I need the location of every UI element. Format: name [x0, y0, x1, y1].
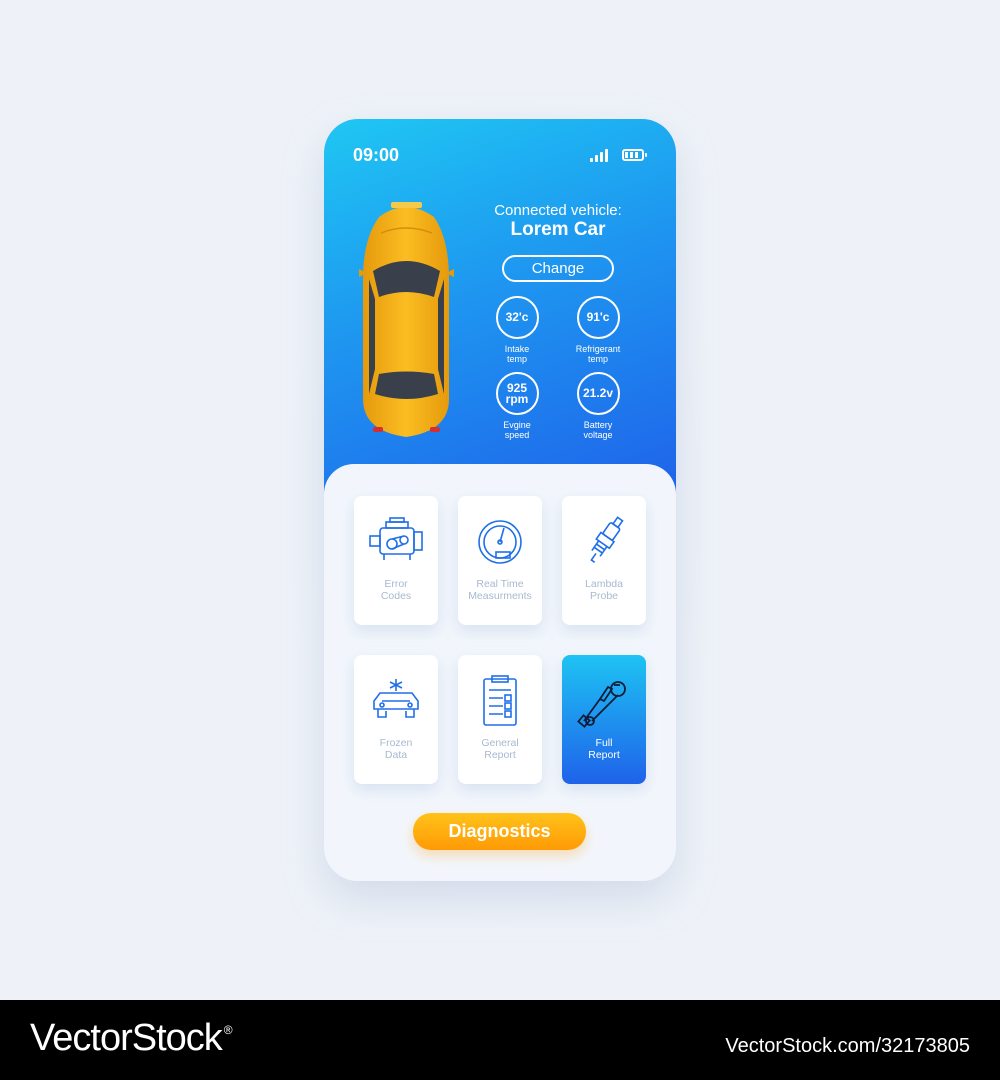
status-time: 09:00	[353, 145, 400, 165]
phone-screen: 09:00 Connected vehicle: Lorem Car Chang…	[324, 119, 676, 881]
battery-icon	[622, 149, 647, 161]
vehicle-header: 09:00 Connected vehicle: Lorem Car Chang…	[324, 119, 676, 499]
engine-icon	[369, 517, 423, 560]
tile-lambda-probe[interactable]: Lambda Probe	[562, 496, 646, 625]
refrigerant-temp-metric: 91'c Refrigerant temp	[558, 296, 638, 364]
diagnostics-button[interactable]: Diagnostics	[413, 813, 586, 850]
tile-label: Lambda Probe	[585, 578, 623, 602]
metric-value: 21.2v	[576, 372, 620, 415]
metric-value: 91'c	[576, 296, 620, 339]
battery-voltage-metric: 21.2v Battery voltage	[558, 372, 638, 440]
tile-label: Full Report	[588, 737, 620, 761]
watermark-url: VectorStock.com/32173805	[725, 1035, 970, 1057]
clipboard-icon	[483, 675, 517, 726]
tile-label: Frozen Data	[379, 737, 413, 761]
tile-real-time-measurements[interactable]: Real Time Measurments	[458, 496, 542, 625]
metric-label: Battery voltage	[583, 420, 613, 440]
vehicle-name: Lorem Car	[510, 219, 606, 240]
metric-label: Refrigerant temp	[575, 344, 621, 364]
signal-icon	[590, 148, 608, 162]
frozen-car-icon	[373, 679, 419, 718]
metric-label: Intake temp	[504, 344, 530, 364]
car-top-view-icon	[359, 202, 454, 437]
tile-general-report[interactable]: General Report	[458, 655, 542, 784]
metric-value: 925 rpm	[495, 372, 539, 415]
connected-vehicle-label: Connected vehicle:	[494, 202, 622, 219]
spark-plug-icon	[590, 516, 624, 563]
tile-label: General Report	[481, 737, 519, 761]
metric-value: 32'c	[495, 296, 539, 339]
watermark-bar: VectorStock ® VectorStock.com/32173805	[0, 1000, 1000, 1080]
tile-full-report[interactable]: Full Report	[562, 655, 646, 784]
tools-icon	[577, 681, 626, 728]
tile-label: Real Time Measurments	[468, 578, 532, 602]
watermark-logo: VectorStock ®	[30, 1017, 233, 1059]
tile-error-codes[interactable]: Error Codes	[354, 496, 438, 625]
intake-temp-metric: 32'c Intake temp	[477, 296, 557, 364]
change-vehicle-button[interactable]: Change	[502, 255, 614, 282]
speedometer-icon	[478, 520, 522, 564]
engine-speed-metric: 925 rpm Evgine speed	[477, 372, 557, 440]
metric-label: Evgine speed	[503, 420, 531, 440]
tile-frozen-data[interactable]: Frozen Data	[354, 655, 438, 784]
tile-label: Error Codes	[380, 578, 412, 602]
